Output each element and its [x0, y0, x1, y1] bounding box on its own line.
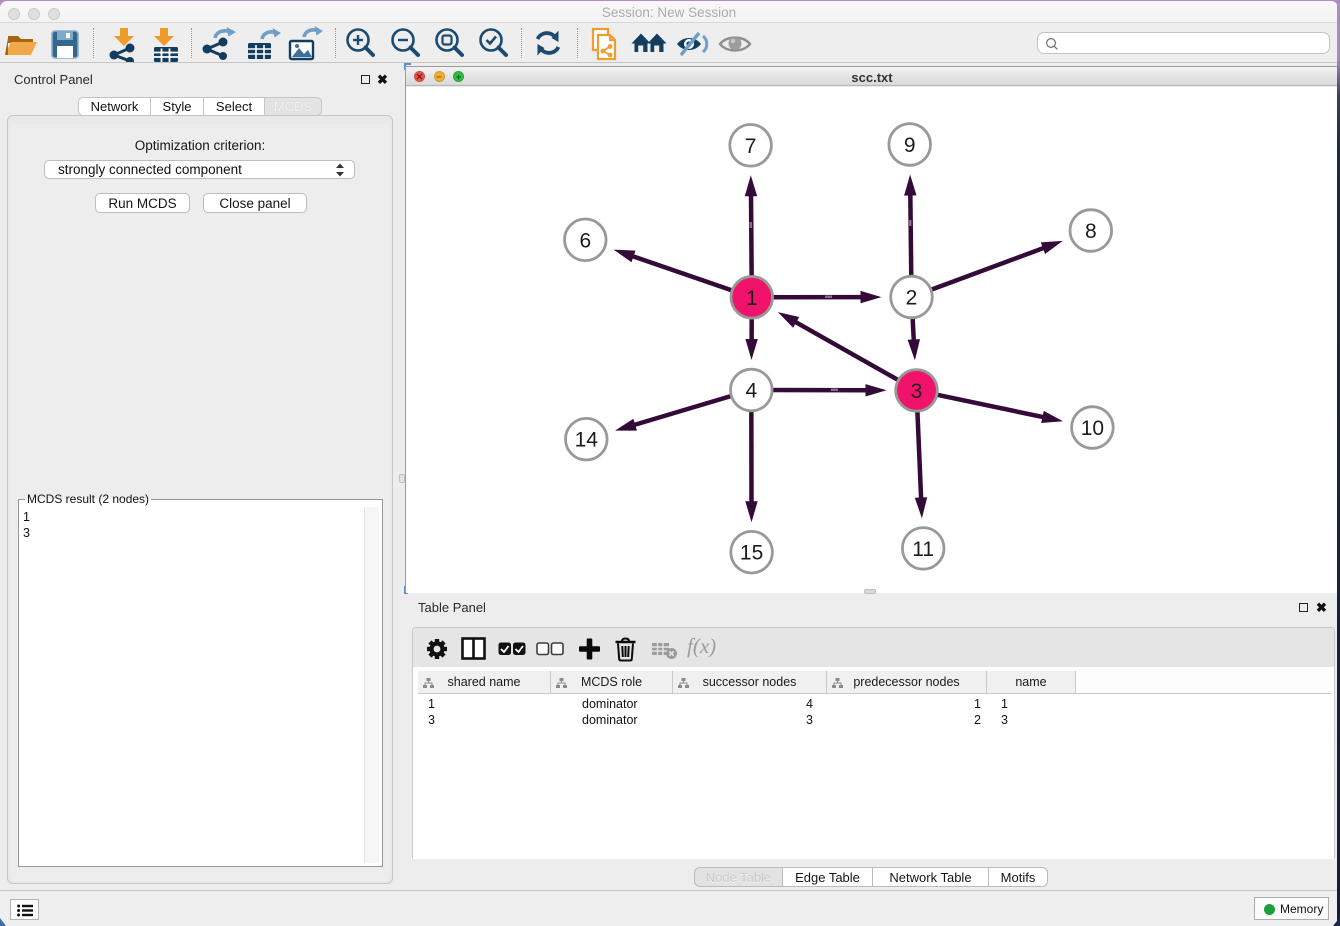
svg-text:3: 3	[911, 380, 923, 403]
svg-text:2: 2	[906, 287, 918, 310]
svg-text:4: 4	[745, 380, 757, 403]
svg-text:15: 15	[740, 542, 763, 565]
svg-text:7: 7	[745, 135, 757, 158]
svg-text:11: 11	[912, 538, 934, 561]
svg-text:14: 14	[575, 429, 599, 452]
svg-text:9: 9	[904, 134, 916, 157]
svg-text:6: 6	[579, 229, 591, 252]
svg-text:1: 1	[746, 287, 758, 310]
svg-text:8: 8	[1085, 220, 1097, 243]
svg-text:10: 10	[1081, 417, 1104, 440]
